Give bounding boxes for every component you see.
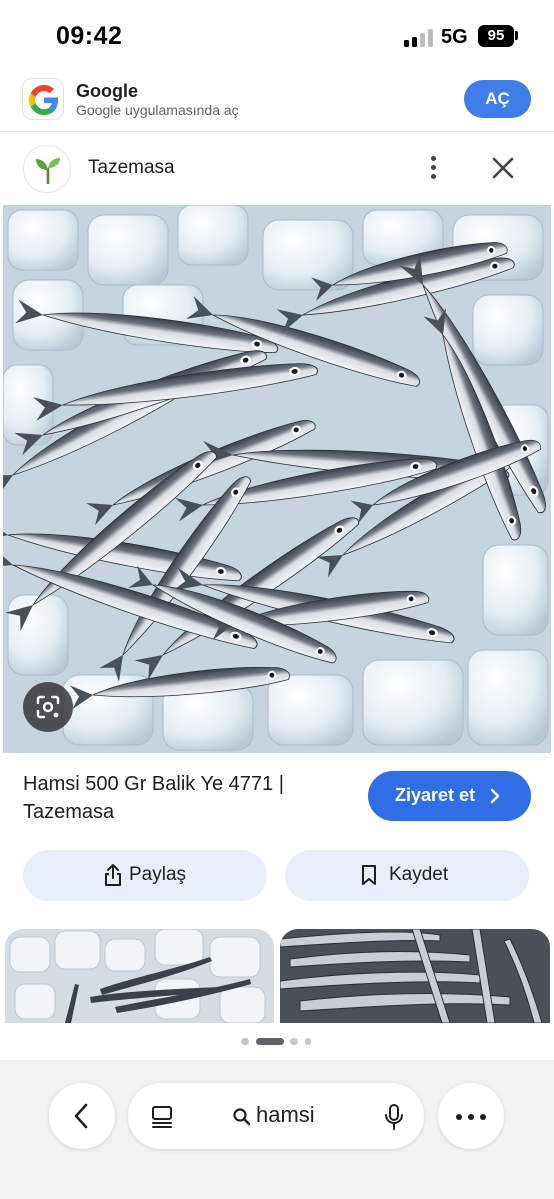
related-image[interactable] (280, 929, 550, 1023)
save-button-label: Kaydet (389, 864, 449, 885)
search-term: hamsi (256, 1102, 315, 1127)
sprout-icon (23, 145, 71, 193)
status-time: 09:42 (56, 22, 123, 50)
open-in-app-button[interactable]: AÇ (464, 80, 531, 118)
save-button[interactable]: Kaydet (285, 850, 529, 901)
banner-app-name: Google (76, 81, 138, 101)
back-button[interactable] (49, 1083, 115, 1149)
page-indicator (0, 1036, 554, 1046)
battery-tip (515, 31, 518, 40)
lens-search-icon[interactable] (23, 682, 73, 732)
chevron-right-icon (490, 788, 500, 804)
bookmark-icon (362, 865, 376, 885)
close-icon[interactable] (488, 153, 518, 183)
site-name: Tazemasa (88, 157, 175, 178)
tabs-icon[interactable] (149, 1104, 175, 1130)
search-icon (233, 1108, 251, 1126)
microphone-icon[interactable] (384, 1103, 404, 1131)
related-images (5, 929, 554, 1023)
visit-button-label: Ziyaret et (395, 785, 476, 805)
more-options-icon[interactable] (420, 153, 448, 183)
result-image[interactable] (3, 205, 551, 753)
visit-button[interactable]: Ziyaret et (368, 771, 531, 821)
app-open-banner: Google Google uygulamasında aç AÇ (0, 70, 554, 132)
network-type: 5G (441, 26, 468, 48)
bottom-toolbar: hamsi (0, 1060, 554, 1199)
more-menu-icon[interactable] (438, 1083, 504, 1149)
back-arrow-icon (74, 1103, 88, 1129)
share-icon (105, 864, 121, 886)
share-button[interactable]: Paylaş (23, 850, 267, 901)
related-image[interactable] (5, 929, 274, 1023)
status-bar: 09:42 5G 95 (0, 0, 554, 70)
search-bar[interactable]: hamsi (128, 1083, 424, 1149)
share-button-label: Paylaş (129, 864, 187, 885)
signal-icon (404, 29, 434, 47)
banner-subtitle: Google uygulamasında aç (76, 102, 239, 118)
result-title[interactable]: Hamsi 500 Gr Balik Ye 4771 | Tazemasa (23, 770, 343, 826)
google-g-icon (22, 78, 64, 120)
site-header: Tazemasa (0, 133, 554, 203)
battery-icon: 95 (478, 25, 514, 47)
